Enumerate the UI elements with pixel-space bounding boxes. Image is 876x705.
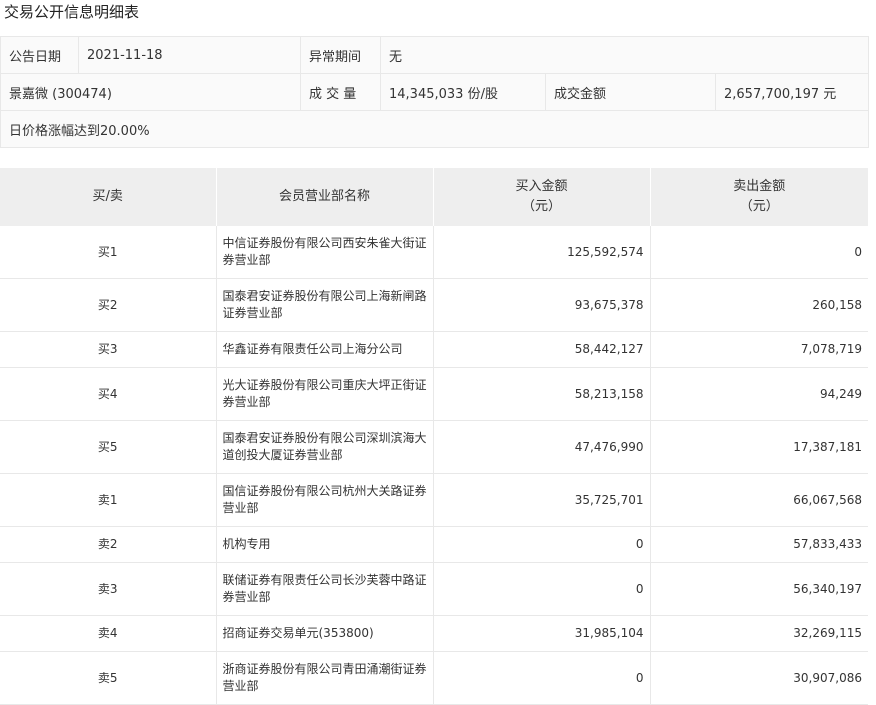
header-buy-amount: 买入金额 （元） — [433, 168, 651, 226]
table-row: 卖2 机构专用 0 57,833,433 — [0, 526, 868, 563]
row-side: 卖1 — [0, 473, 217, 527]
table-header-row: 买/卖 会员营业部名称 买入金额 （元） 卖出金额 （元） — [0, 168, 868, 226]
row-buy-amount: 0 — [433, 562, 651, 616]
info-row-reason: 日价格涨幅达到20.00% — [0, 110, 870, 148]
row-buy-amount: 93,675,378 — [433, 278, 651, 332]
row-side: 买5 — [0, 420, 217, 474]
row-side: 买2 — [0, 278, 217, 332]
table-row: 买4 光大证券股份有限公司重庆大坪正街证券营业部 58,213,158 94,2… — [0, 367, 868, 421]
row-buy-amount: 125,592,574 — [433, 226, 651, 279]
row-sell-amount: 260,158 — [650, 278, 868, 332]
row-branch-name: 国泰君安证券股份有限公司上海新闸路证券营业部 — [216, 278, 434, 332]
row-branch-name: 国信证券股份有限公司杭州大关路证券营业部 — [216, 473, 434, 527]
table-row: 卖3 联储证券有限责任公司长沙芙蓉中路证券营业部 0 56,340,197 — [0, 562, 868, 616]
trading-detail-table: 买/卖 会员营业部名称 买入金额 （元） 卖出金额 （元） 买1 中信证券股份有… — [0, 168, 868, 705]
header-side: 买/卖 — [0, 168, 217, 226]
row-buy-amount: 58,213,158 — [433, 367, 651, 421]
row-sell-amount: 56,340,197 — [650, 562, 868, 616]
announce-date-value: 2021-11-18 — [78, 36, 301, 74]
row-sell-amount: 66,067,568 — [650, 473, 868, 527]
row-sell-amount: 30,907,086 — [650, 651, 868, 705]
row-buy-amount: 0 — [433, 651, 651, 705]
row-side: 卖5 — [0, 651, 217, 705]
header-sell-amount-line1: 卖出金额 — [733, 179, 786, 194]
row-side: 买3 — [0, 331, 217, 368]
row-buy-amount: 35,725,701 — [433, 473, 651, 527]
row-side: 卖2 — [0, 526, 217, 563]
row-branch-name: 浙商证券股份有限公司青田涌潮街证券营业部 — [216, 651, 434, 705]
table-row: 买3 华鑫证券有限责任公司上海分公司 58,442,127 7,078,719 — [0, 331, 868, 368]
row-buy-amount: 58,442,127 — [433, 331, 651, 368]
volume-label: 成 交 量 — [300, 73, 381, 111]
row-sell-amount: 32,269,115 — [650, 615, 868, 652]
amount-value: 2,657,700,197 元 — [714, 73, 870, 111]
row-side: 买1 — [0, 226, 217, 279]
table-row: 卖5 浙商证券股份有限公司青田涌潮街证券营业部 0 30,907,086 — [0, 651, 868, 705]
row-sell-amount: 17,387,181 — [650, 420, 868, 474]
row-branch-name: 招商证券交易单元(353800) — [216, 615, 434, 652]
info-row-date: 公告日期 2021-11-18 异常期间 无 — [0, 36, 870, 74]
table-row: 卖4 招商证券交易单元(353800) 31,985,104 32,269,11… — [0, 615, 868, 652]
listing-reason: 日价格涨幅达到20.00% — [0, 110, 870, 148]
row-side: 卖4 — [0, 615, 217, 652]
row-sell-amount: 7,078,719 — [650, 331, 868, 368]
stock-name: 景嘉微 (300474) — [0, 73, 301, 111]
summary-info-table: 公告日期 2021-11-18 异常期间 无 景嘉微 (300474) 成 交 … — [0, 36, 870, 148]
row-sell-amount: 57,833,433 — [650, 526, 868, 563]
row-branch-name: 国泰君安证券股份有限公司深圳滨海大道创投大厦证券营业部 — [216, 420, 434, 474]
info-row-stock: 景嘉微 (300474) 成 交 量 14,345,033 份/股 成交金额 2… — [0, 73, 870, 111]
row-branch-name: 中信证券股份有限公司西安朱雀大街证券营业部 — [216, 226, 434, 279]
volume-value: 14,345,033 份/股 — [380, 73, 546, 111]
row-branch-name: 华鑫证券有限责任公司上海分公司 — [216, 331, 434, 368]
row-buy-amount: 31,985,104 — [433, 615, 651, 652]
amount-label: 成交金额 — [545, 73, 716, 111]
announce-date-label: 公告日期 — [0, 36, 79, 74]
header-buy-amount-line2: （元） — [521, 199, 561, 214]
row-buy-amount: 0 — [433, 526, 651, 563]
row-sell-amount: 94,249 — [650, 367, 868, 421]
table-row: 卖1 国信证券股份有限公司杭州大关路证券营业部 35,725,701 66,06… — [0, 473, 868, 527]
row-sell-amount: 0 — [650, 226, 868, 279]
row-side: 买4 — [0, 367, 217, 421]
row-branch-name: 光大证券股份有限公司重庆大坪正街证券营业部 — [216, 367, 434, 421]
row-buy-amount: 47,476,990 — [433, 420, 651, 474]
header-buy-amount-line1: 买入金额 — [515, 179, 568, 194]
abnormal-period-value: 无 — [379, 36, 870, 74]
table-row: 买2 国泰君安证券股份有限公司上海新闸路证券营业部 93,675,378 260… — [0, 278, 868, 332]
page-title: 交易公开信息明细表 — [4, 3, 140, 21]
table-row: 买1 中信证券股份有限公司西安朱雀大街证券营业部 125,592,574 0 — [0, 226, 868, 279]
row-branch-name: 机构专用 — [216, 526, 434, 563]
row-side: 卖3 — [0, 562, 217, 616]
header-sell-amount-line2: （元） — [739, 199, 779, 214]
abnormal-period-label: 异常期间 — [300, 36, 381, 74]
row-branch-name: 联储证券有限责任公司长沙芙蓉中路证券营业部 — [216, 562, 434, 616]
header-sell-amount: 卖出金额 （元） — [650, 168, 868, 226]
table-row: 买5 国泰君安证券股份有限公司深圳滨海大道创投大厦证券营业部 47,476,99… — [0, 420, 868, 474]
header-branch-name: 会员营业部名称 — [216, 168, 434, 226]
